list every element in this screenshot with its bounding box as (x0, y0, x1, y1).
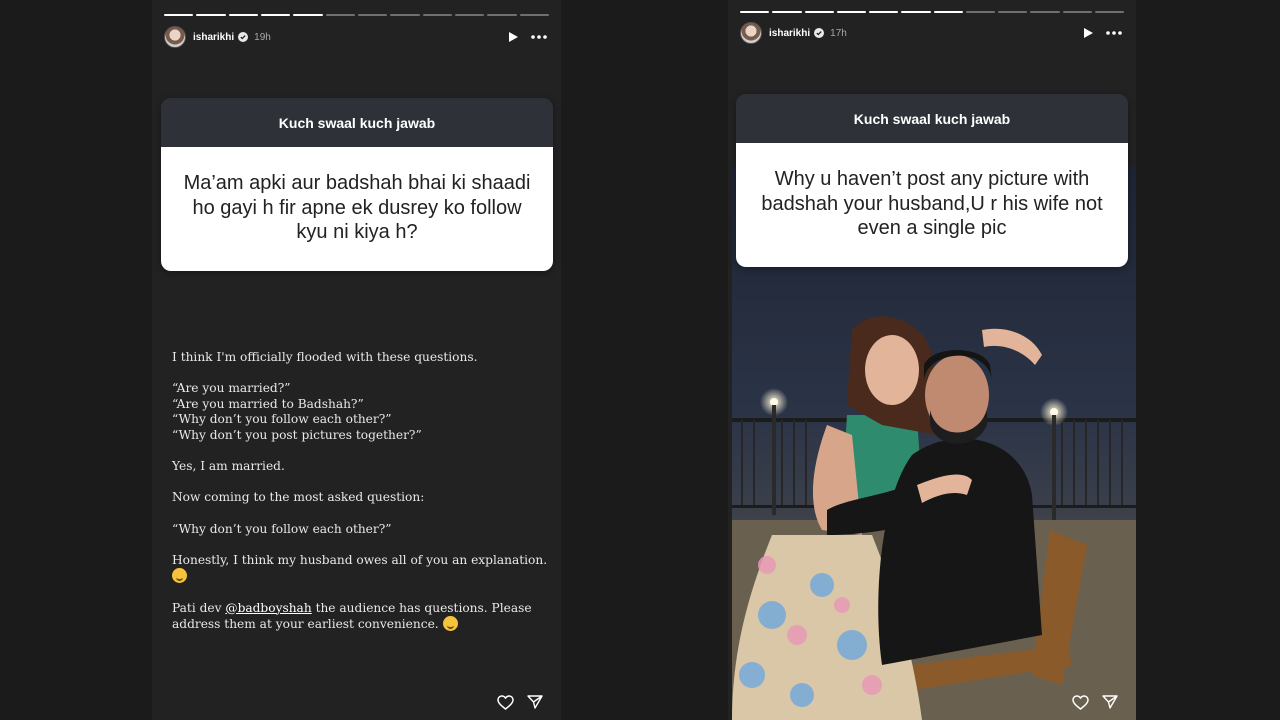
caption-closing-prefix: Pati dev (172, 600, 222, 615)
progress-segment (454, 14, 485, 16)
progress-segment (422, 14, 452, 16)
verified-badge-icon (238, 32, 249, 42)
progress-segment (772, 11, 802, 13)
grinning-emoji-icon (172, 568, 187, 584)
progress-segment (998, 11, 1028, 13)
play-icon[interactable] (1078, 23, 1098, 43)
question-sticker-text: Why u haven’t post any picture with bads… (736, 143, 1128, 267)
send-icon[interactable] (525, 692, 545, 712)
user-avatar[interactable] (740, 22, 762, 44)
progress-segment (357, 14, 388, 16)
caption-explanation: Honestly, I think my husband owes all of… (172, 552, 548, 567)
progress-segment (869, 11, 899, 13)
progress-segment (1062, 11, 1092, 13)
progress-segment (933, 11, 963, 13)
story-panel-right[interactable]: isharikhi 17h Kuch swaal kuch jawab Why … (728, 0, 1136, 720)
caption-question: “Are you married?” (172, 381, 291, 396)
progress-segment (487, 14, 517, 16)
heart-icon[interactable] (495, 692, 515, 712)
caption-answer: Yes, I am married. (172, 459, 285, 474)
caption-explanation-line: Honestly, I think my husband owes all of… (172, 553, 557, 585)
laughing-emoji-icon (442, 616, 458, 632)
progress-segment (325, 14, 355, 16)
progress-segment (1030, 11, 1060, 13)
progress-segment (196, 14, 226, 16)
caption-question: “Why don’t you follow each other?” (172, 412, 392, 427)
question-sticker[interactable]: Kuch swaal kuch jawab Why u haven’t post… (736, 94, 1128, 267)
more-options-icon[interactable] (1104, 23, 1124, 43)
progress-segment (260, 14, 291, 16)
progress-segment (901, 11, 931, 13)
question-sticker-text: Ma’am apki aur badshah bhai ki shaadi ho… (161, 147, 553, 271)
story-caption: I think I'm officially flooded with thes… (172, 350, 557, 648)
more-options-icon[interactable] (529, 27, 549, 47)
caption-most-asked: “Why don’t you follow each other?” (172, 521, 392, 536)
progress-segment (836, 11, 866, 13)
question-sticker[interactable]: Kuch swaal kuch jawab Ma’am apki aur bad… (161, 98, 553, 271)
username[interactable]: isharikhi (193, 32, 234, 43)
progress-segment (390, 14, 420, 16)
story-progress-bar (164, 14, 549, 16)
story-footer (1070, 692, 1120, 712)
progress-segment (519, 14, 549, 16)
username[interactable]: isharikhi (769, 28, 810, 39)
caption-intro: I think I'm officially flooded with thes… (172, 350, 478, 364)
progress-segment (740, 11, 770, 13)
story-header: isharikhi 17h (740, 21, 1124, 45)
story-footer (495, 692, 545, 712)
caption-lead: Now coming to the most asked question: (172, 490, 425, 505)
progress-segment (164, 14, 194, 16)
story-progress-bar (740, 11, 1124, 13)
send-icon[interactable] (1100, 692, 1120, 712)
progress-segment (804, 11, 834, 13)
caption-question: “Why don’t you post pictures together?” (172, 427, 422, 442)
progress-segment (228, 14, 258, 16)
caption-question-list: “Are you married?” “Are you married to B… (172, 381, 557, 443)
question-sticker-title: Kuch swaal kuch jawab (736, 94, 1128, 143)
story-header: isharikhi 19h (164, 25, 549, 49)
heart-icon[interactable] (1070, 692, 1090, 712)
question-sticker-title: Kuch swaal kuch jawab (161, 98, 553, 147)
user-avatar[interactable] (164, 26, 186, 48)
progress-segment (293, 14, 323, 16)
play-icon[interactable] (503, 27, 523, 47)
caption-question: “Are you married to Badshah?” (172, 396, 364, 411)
story-panel-left[interactable]: isharikhi 19h Kuch swaal kuch jawab Ma’a… (152, 0, 561, 720)
caption-closing-line: Pati dev @badboyshah the audience has qu… (172, 601, 557, 633)
post-time: 17h (830, 27, 847, 39)
progress-segment (1094, 11, 1124, 13)
progress-segment (965, 11, 995, 13)
mention-link[interactable]: @badboyshah (225, 601, 311, 615)
post-time: 19h (254, 31, 271, 43)
verified-badge-icon (814, 28, 825, 38)
